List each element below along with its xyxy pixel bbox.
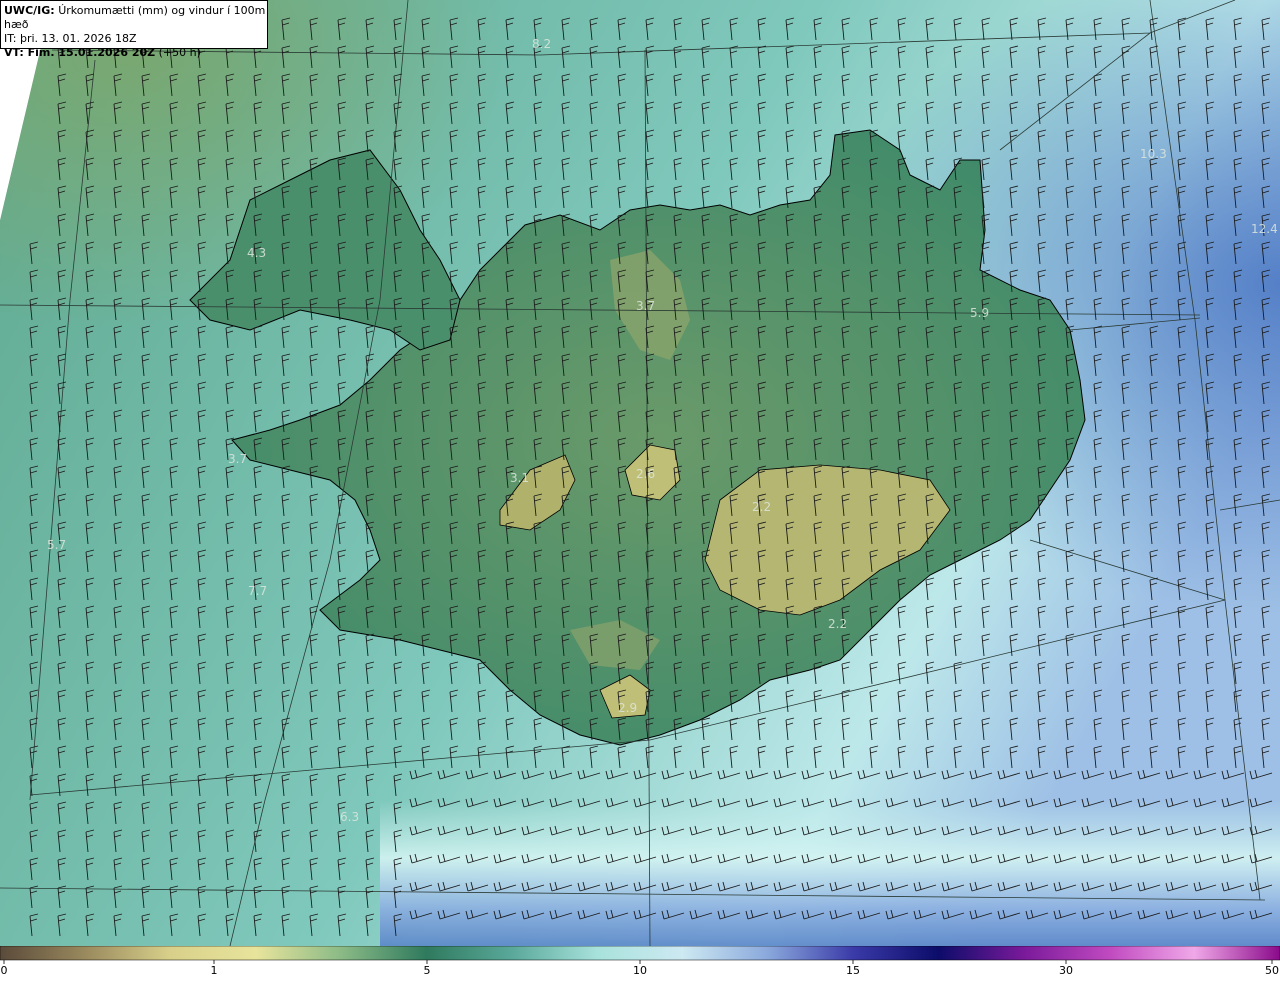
- value-label: 6.3: [340, 810, 359, 824]
- value-label: 2.9: [618, 701, 637, 715]
- value-label: 10.3: [1140, 147, 1167, 161]
- colorbar-tick-label: 5: [423, 964, 431, 977]
- value-label: 2.6: [636, 467, 655, 481]
- value-label: 2.2: [828, 617, 847, 631]
- value-label: 5.9: [970, 306, 989, 320]
- title-line: UWC/IG: Úrkomumætti (mm) og vindur í 100…: [4, 4, 267, 32]
- value-label: 4.3: [247, 246, 266, 260]
- colorbar-tick-label: 15: [846, 964, 860, 977]
- value-label: 8.2: [532, 37, 551, 51]
- colorbar-tick-label: 0: [0, 964, 8, 977]
- colorbar-tick-label: 1: [210, 964, 218, 977]
- colorbar-tick-label: 50: [1265, 964, 1279, 977]
- value-label: 3.7: [228, 452, 247, 466]
- precipitation-map: 4.3 3.7 5.9 12.4 3.7 3.1 2.6 2.2 5.7 7.7…: [0, 0, 1280, 946]
- colorbar-tick-label: 30: [1059, 964, 1073, 977]
- valid-time-line: VT: Fim. 15.01.2026 20Z (+50 h): [4, 46, 267, 60]
- init-time: IT: þri. 13. 01. 2026 18Z: [4, 32, 137, 45]
- value-label: 3.1: [510, 471, 529, 485]
- value-label: 7.7: [248, 584, 267, 598]
- model-name: UWC/IG:: [4, 4, 55, 17]
- colorbar-tick-label: 10: [633, 964, 647, 977]
- value-label: 12.4: [1251, 222, 1278, 236]
- forecast-hour: (+50 h): [158, 46, 201, 59]
- valid-time: VT: Fim. 15.01.2026 20Z: [4, 46, 156, 59]
- map-header: UWC/IG: Úrkomumætti (mm) og vindur í 100…: [0, 0, 268, 59]
- value-label: 5.7: [47, 538, 66, 552]
- value-label: 2.2: [752, 500, 771, 514]
- weather-map-view: 4.3 3.7 5.9 12.4 3.7 3.1 2.6 2.2 5.7 7.7…: [0, 0, 1280, 978]
- value-label: 3.7: [636, 299, 655, 313]
